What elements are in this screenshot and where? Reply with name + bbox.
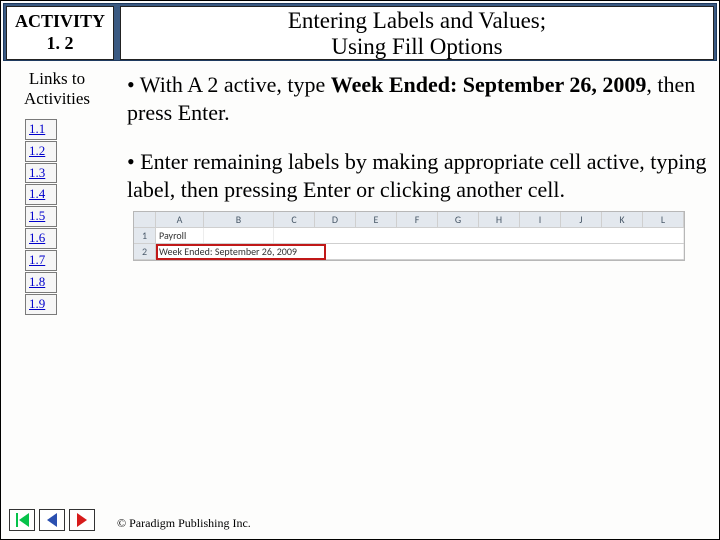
- prev-icon: [47, 513, 57, 527]
- activity-number: 1. 2: [7, 33, 113, 55]
- nav-controls: [9, 509, 95, 531]
- title-line-2: Using Fill Options: [121, 34, 713, 60]
- activity-link-1-1[interactable]: 1.1: [25, 119, 57, 140]
- row-2: 2 Week Ended: September 26, 2009: [134, 244, 684, 260]
- next-slide-button[interactable]: [69, 509, 95, 531]
- next-icon: [77, 513, 87, 527]
- activity-label: ACTIVITY: [7, 11, 113, 33]
- col-E: E: [356, 212, 397, 227]
- row-1-header: 1: [134, 228, 156, 243]
- sidebar: Links to Activities 1.1 1.2 1.3 1.4 1.5 …: [3, 65, 111, 316]
- col-A: A: [156, 212, 204, 227]
- links-heading-2: Activities: [5, 89, 109, 109]
- cell-A1: Payroll: [156, 228, 204, 243]
- links-heading: Links to Activities: [3, 65, 111, 118]
- activity-link-1-2[interactable]: 1.2: [25, 141, 57, 162]
- col-H: H: [479, 212, 520, 227]
- content-area: • With A 2 active, type Week Ended: Sept…: [115, 65, 717, 261]
- previous-slide-button[interactable]: [39, 509, 65, 531]
- col-G: G: [438, 212, 479, 227]
- col-D: D: [315, 212, 356, 227]
- activity-link-1-7[interactable]: 1.7: [25, 250, 57, 271]
- row-2-header: 2: [134, 244, 156, 259]
- activity-link-1-5[interactable]: 1.5: [25, 206, 57, 227]
- col-L: L: [643, 212, 684, 227]
- bullet-1-pre: • With A 2 active, type: [127, 72, 331, 97]
- col-K: K: [602, 212, 643, 227]
- cell-B1: [204, 228, 274, 243]
- col-I: I: [520, 212, 561, 227]
- col-J: J: [561, 212, 602, 227]
- title-line-1: Entering Labels and Values;: [121, 8, 713, 34]
- first-slide-button[interactable]: [9, 509, 35, 531]
- bullet-1-bold: Week Ended: September 26, 2009: [331, 72, 647, 97]
- first-icon: [19, 513, 29, 527]
- activity-link-1-4[interactable]: 1.4: [25, 184, 57, 205]
- col-F: F: [397, 212, 438, 227]
- cell-A2: Week Ended: September 26, 2009: [156, 244, 684, 259]
- column-header-row: A B C D E F G H I J K L: [134, 212, 684, 228]
- bullet-2: • Enter remaining labels by making appro…: [115, 142, 717, 205]
- activity-link-1-9[interactable]: 1.9: [25, 294, 57, 315]
- activity-box: ACTIVITY 1. 2: [6, 6, 114, 60]
- cells-rest-1: [274, 228, 684, 243]
- row-1: 1 Payroll: [134, 228, 684, 244]
- links-heading-1: Links to: [5, 69, 109, 89]
- activity-link-1-3[interactable]: 1.3: [25, 163, 57, 184]
- select-all-corner: [134, 212, 156, 227]
- spreadsheet-screenshot: A B C D E F G H I J K L 1 Payroll 2 Week…: [133, 211, 685, 261]
- activity-link-1-8[interactable]: 1.8: [25, 272, 57, 293]
- footer-copyright: © Paradigm Publishing Inc.: [117, 516, 251, 531]
- col-C: C: [274, 212, 315, 227]
- header-bar: ACTIVITY 1. 2 Entering Labels and Values…: [3, 3, 717, 61]
- bullet-1: • With A 2 active, type Week Ended: Sept…: [115, 65, 717, 128]
- slide-title: Entering Labels and Values; Using Fill O…: [120, 6, 714, 60]
- activity-link-1-6[interactable]: 1.6: [25, 228, 57, 249]
- bar-icon: [16, 513, 18, 527]
- col-B: B: [204, 212, 274, 227]
